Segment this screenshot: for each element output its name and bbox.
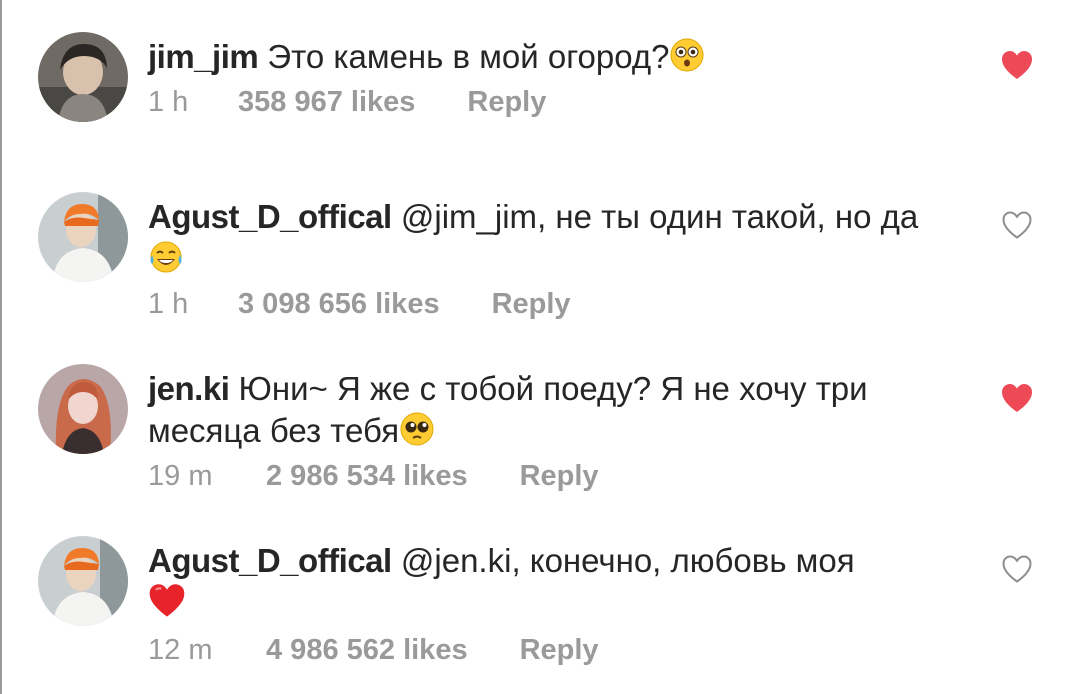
comment-meta: 12 m 4 986 562 likes Reply [148, 634, 938, 667]
mention-link[interactable]: @jim_jim [401, 198, 537, 235]
comment-body: Agust_D_offical @jim_jim, не ты один так… [148, 196, 938, 321]
comment-body: Agust_D_offical @jen.ki, конечно, любовь… [148, 540, 938, 667]
comment-time: 19 m [148, 460, 213, 492]
like-button[interactable] [1000, 209, 1034, 241]
comment-message: , не ты один такой, но да [537, 198, 919, 235]
comment-message: Юни~ Я же с тобой поеду? Я не хочу три м… [148, 370, 868, 449]
heart-outline-icon [1002, 555, 1032, 583]
username-link[interactable]: jim_jim [148, 38, 259, 75]
username-link[interactable]: Agust_D_offical [148, 542, 392, 579]
reply-button[interactable]: Reply [520, 634, 599, 667]
comment-message: Это камень в мой огород? [267, 38, 670, 75]
comment-time: 1 h [148, 288, 189, 320]
avatar[interactable] [38, 364, 128, 454]
likes-count[interactable]: 4 986 562 likes [266, 634, 468, 667]
comment-meta: 1 h 3 098 656 likes Reply [148, 288, 938, 321]
reply-button[interactable]: Reply [520, 460, 599, 493]
mention-link[interactable]: @jen.ki [401, 542, 512, 579]
comment-message: , конечно, любовь моя [511, 542, 855, 579]
avatar[interactable] [38, 192, 128, 282]
comment-meta: 19 m 2 986 534 likes Reply [148, 460, 938, 493]
heart-outline-icon [1002, 211, 1032, 239]
username-link[interactable]: jen.ki [148, 370, 230, 407]
comment-body: jen.ki Юни~ Я же с тобой поеду? Я не хоч… [148, 368, 938, 493]
username-link[interactable]: Agust_D_offical [148, 198, 392, 235]
like-button[interactable] [1000, 49, 1034, 81]
comment-item: Agust_D_offical @jim_jim, не ты один так… [38, 192, 1048, 342]
comment-text: Agust_D_offical @jim_jim, не ты один так… [148, 196, 938, 280]
likes-count[interactable]: 3 098 656 likes [238, 288, 440, 321]
reply-button[interactable]: Reply [492, 288, 571, 321]
avatar[interactable] [38, 536, 128, 626]
heart-filled-icon [1002, 51, 1032, 79]
likes-count[interactable]: 2 986 534 likes [266, 460, 468, 493]
pleading-face-emoji-icon [400, 412, 434, 446]
comment-body: jim_jim Это камень в мой огород? 1 h 358… [148, 36, 938, 119]
red-heart-emoji-icon [149, 584, 185, 617]
comment-time: 12 m [148, 634, 213, 666]
comment-meta: 1 h 358 967 likes Reply [148, 86, 938, 119]
comment-item: jen.ki Юни~ Я же с тобой поеду? Я не хоч… [38, 364, 1048, 514]
flushed-face-emoji-icon [670, 38, 704, 72]
comment-time: 1 h [148, 86, 189, 118]
comment-item: jim_jim Это камень в мой огород? 1 h 358… [38, 32, 1048, 182]
comment-text: Agust_D_offical @jen.ki, конечно, любовь… [148, 540, 938, 626]
likes-count[interactable]: 358 967 likes [238, 86, 415, 119]
comment-text: jim_jim Это камень в мой огород? [148, 36, 938, 78]
comment-text: jen.ki Юни~ Я же с тобой поеду? Я не хоч… [148, 368, 938, 452]
avatar[interactable] [38, 32, 128, 122]
like-button[interactable] [1000, 382, 1034, 414]
comment-item: Agust_D_offical @jen.ki, конечно, любовь… [38, 536, 1048, 686]
reply-button[interactable]: Reply [467, 86, 546, 119]
tears-of-joy-emoji-icon [150, 241, 182, 273]
like-button[interactable] [1000, 553, 1034, 585]
heart-filled-icon [1002, 384, 1032, 412]
